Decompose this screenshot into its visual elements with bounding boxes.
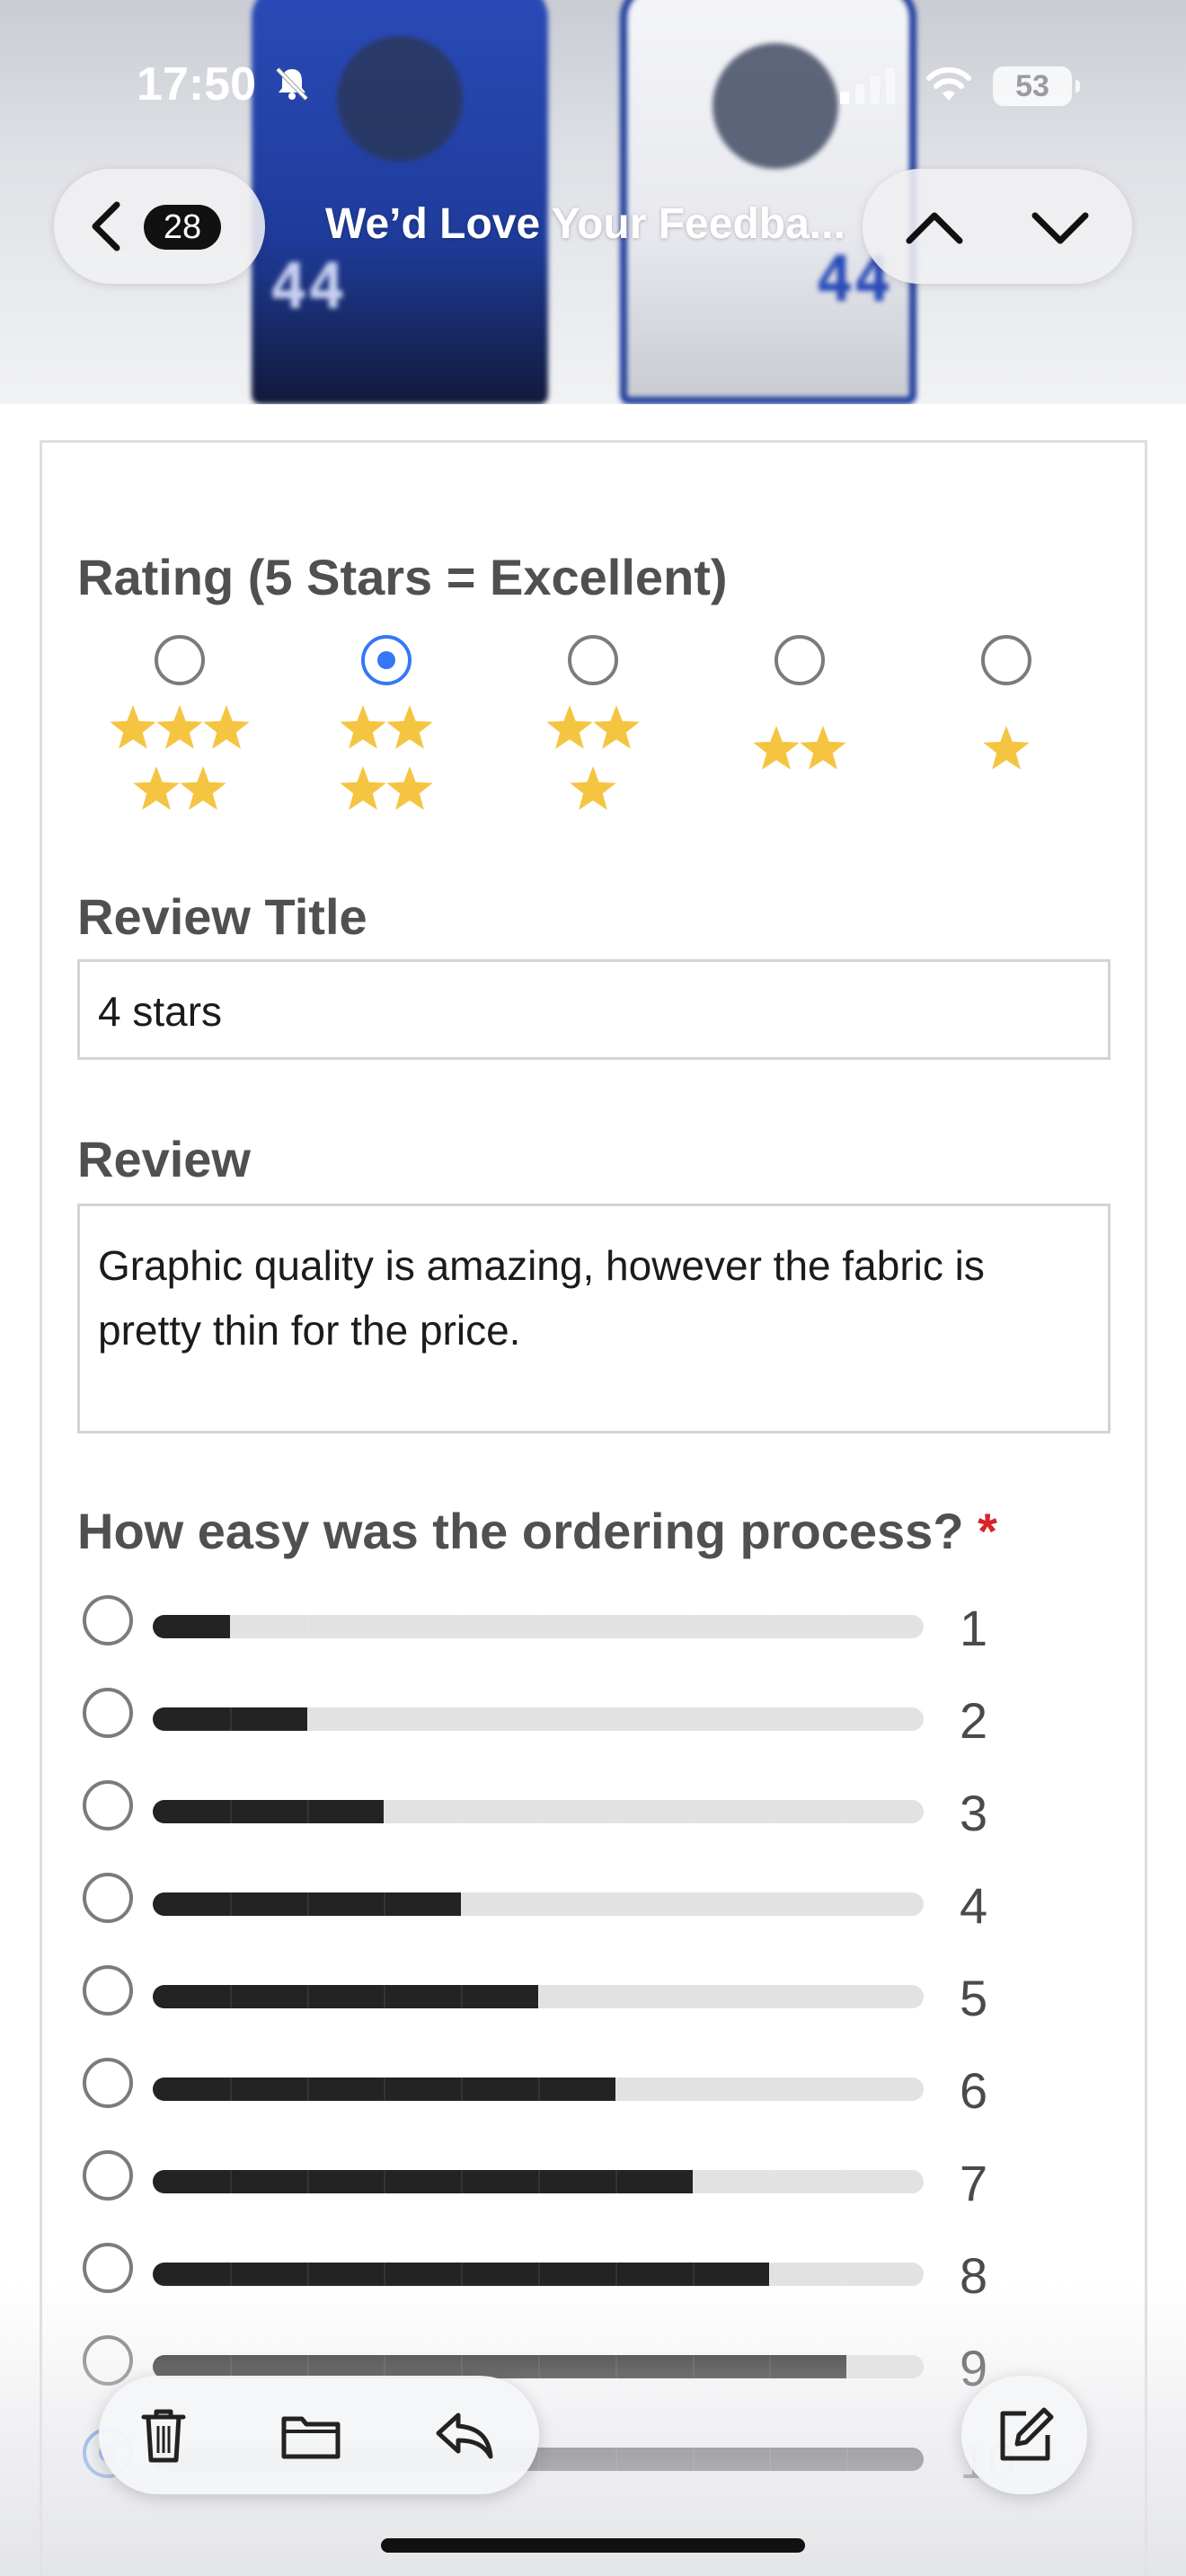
star-icon [983,726,1030,770]
ordering-scale-bar-fill [153,2170,693,2193]
review-title-label: Review Title [77,888,367,945]
star-icon [203,705,250,749]
rating-1-stars-icon [983,726,1030,770]
star-icon [386,705,433,749]
star-icon [340,705,386,749]
back-button[interactable]: 28 [54,169,265,284]
ordering-option-radio[interactable] [83,1688,133,1738]
ordering-scale-bar-fill [153,1615,230,1638]
rating-option-1-stars-radio[interactable] [981,635,1031,685]
star-icon [180,766,226,810]
trash-icon[interactable] [131,2403,196,2467]
ordering-option-1[interactable]: 1 [81,1586,1123,1658]
ordering-option-radio[interactable] [83,1595,133,1645]
rating-2-stars-icon [753,726,846,770]
compose-button[interactable] [961,2376,1087,2494]
ordering-option-value: 3 [960,1785,988,1841]
ordering-option-value: 4 [960,1877,988,1934]
review-label: Review [77,1131,251,1187]
required-marker: * [978,1503,997,1559]
star-icon [156,705,203,749]
ordering-scale-bar [153,1892,924,1916]
ordering-scale-bar [153,1985,924,2008]
rating-option-3-stars-radio[interactable] [568,635,618,685]
ordering-option-value: 5 [960,1970,988,2026]
ordering-option-radio[interactable] [83,1873,133,1923]
ordering-option-value: 2 [960,1692,988,1749]
ordering-scale-bar-fill [153,1800,385,1823]
rating-option-4-stars-radio[interactable] [361,635,412,685]
star-icon [753,726,800,770]
ordering-option-6[interactable]: 6 [81,2049,1123,2121]
ordering-option-radio[interactable] [83,1780,133,1831]
ordering-option-3[interactable]: 3 [81,1771,1123,1843]
star-icon [546,705,593,749]
ordering-option-2[interactable]: 2 [81,1679,1123,1751]
rating-3-stars-icon [546,705,640,810]
star-icon [593,705,640,749]
star-icon [340,766,386,810]
ordering-question-text: How easy was the ordering process? [77,1503,964,1559]
cellular-signal-icon [840,68,895,104]
compose-icon [1000,2407,1054,2461]
star-icon [570,766,616,810]
review-textarea[interactable]: Graphic quality is amazing, however the … [77,1204,1111,1434]
ordering-option-value: 7 [960,2155,988,2211]
message-count-badge: 28 [144,205,221,250]
chevron-up-icon[interactable] [890,190,979,262]
battery-indicator: 53 [993,66,1080,106]
reply-icon[interactable] [431,2403,496,2467]
ordering-scale-bar [153,2078,924,2101]
mail-toolbar [99,2376,539,2494]
status-time: 17:50 [137,58,256,110]
review-title-input[interactable]: 4 stars [77,959,1111,1060]
star-icon [110,705,156,749]
ordering-scale-bar [153,1707,924,1731]
ordering-question-label: How easy was the ordering process? * [77,1502,997,1560]
rating-label: Rating (5 Stars = Excellent) [77,549,728,605]
folder-icon[interactable] [279,2403,343,2467]
ordering-option-value: 1 [960,1600,988,1656]
ordering-option-4[interactable]: 4 [81,1864,1123,1936]
rating-4-stars-icon [340,705,433,810]
message-navigation [863,169,1132,284]
wifi-icon [926,66,971,101]
chevron-down-icon[interactable] [1015,190,1105,262]
ordering-option-radio[interactable] [83,2150,133,2201]
chevron-left-icon [92,201,120,251]
rating-option-2-stars-radio[interactable] [774,635,825,685]
ordering-scale-bar [153,1615,924,1638]
ordering-scale-bar-fill [153,1985,538,2008]
ordering-option-radio[interactable] [83,2058,133,2108]
ordering-option-7[interactable]: 7 [81,2141,1123,2213]
star-icon [386,766,433,810]
bell-off-icon [276,67,308,101]
star-icon [800,726,846,770]
page-title: We’d Love Your Feedba... [325,200,845,248]
rating-option-5-stars-radio[interactable] [155,635,205,685]
star-icon [133,766,180,810]
ordering-scale-bar [153,2170,924,2193]
home-indicator [381,2538,805,2553]
rating-5-stars-icon [110,705,250,810]
ordering-option-radio[interactable] [83,1965,133,2016]
ordering-option-value: 6 [960,2062,988,2119]
ordering-scale-bar [153,1800,924,1823]
ordering-option-5[interactable]: 5 [81,1956,1123,2028]
